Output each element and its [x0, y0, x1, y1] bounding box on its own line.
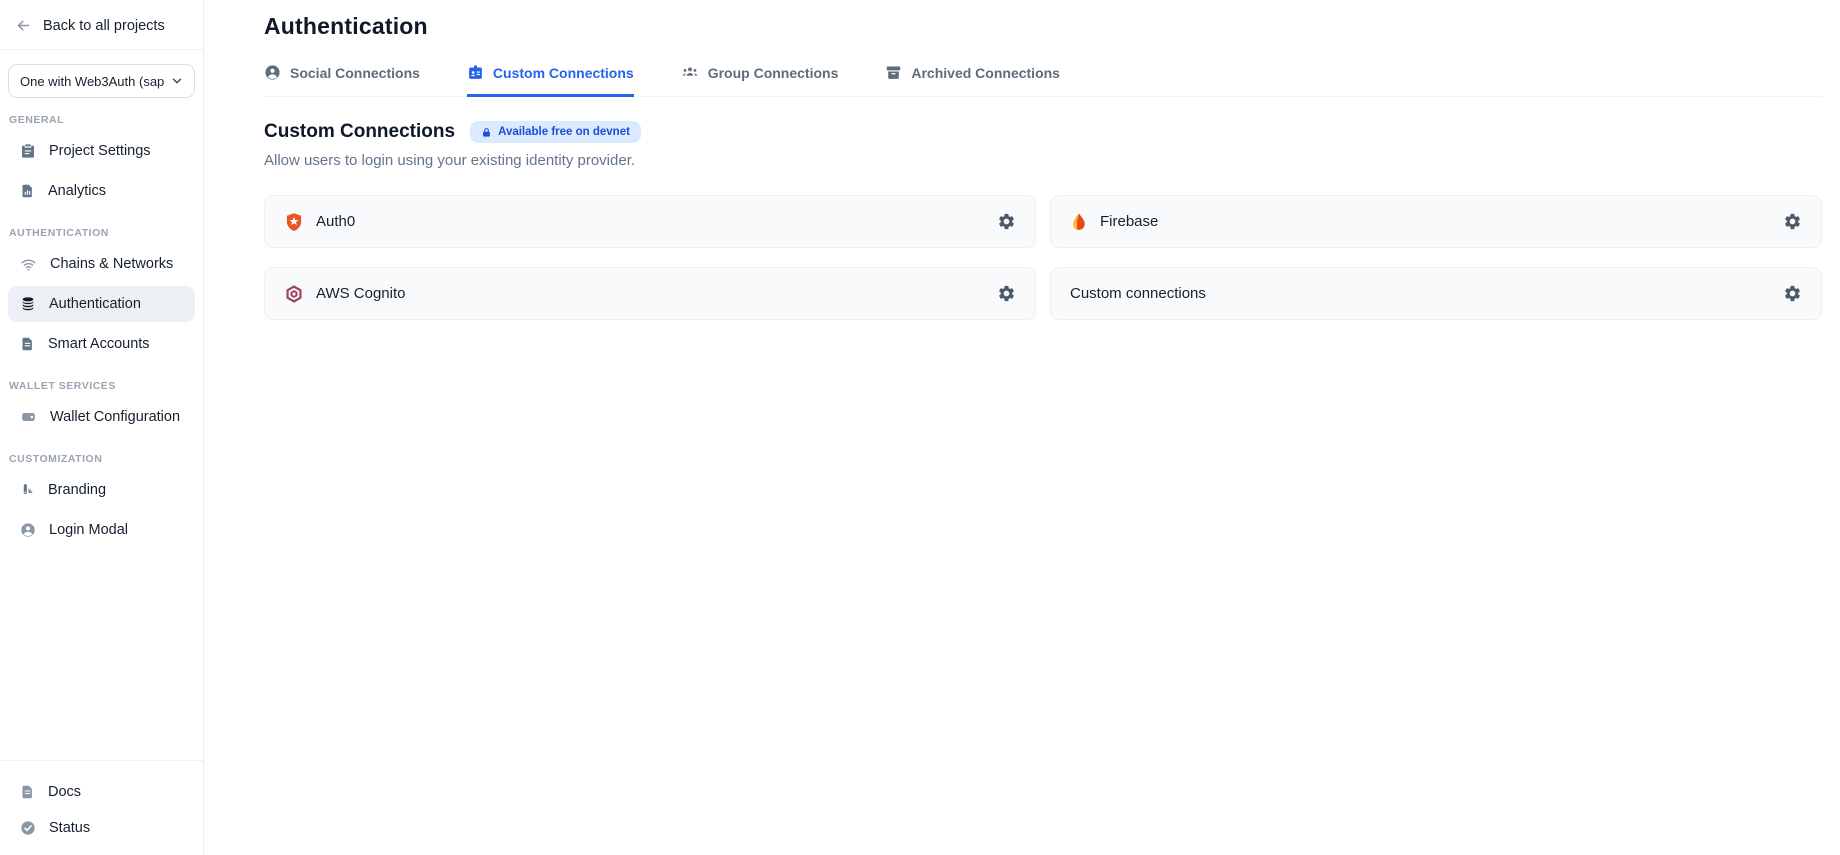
firebase-logo-icon	[1070, 212, 1088, 232]
sidebar-item-label: Smart Accounts	[48, 336, 150, 352]
main-content: Authentication Social Connections Custom…	[204, 0, 1840, 320]
card-firebase[interactable]: Firebase	[1050, 195, 1822, 248]
sidebar-item-label: Branding	[48, 482, 106, 498]
card-aws-cognito[interactable]: AWS Cognito	[264, 267, 1036, 320]
sidebar-item-label: Analytics	[48, 183, 106, 199]
firebase-settings-button[interactable]	[1781, 210, 1804, 233]
tab-label: Group Connections	[708, 65, 839, 81]
file-icon	[20, 336, 35, 352]
sidebar-item-label: Wallet Configuration	[50, 409, 180, 425]
aws-cognito-settings-button[interactable]	[995, 282, 1018, 305]
id-badge-icon	[467, 64, 484, 81]
back-label: Back to all projects	[43, 18, 165, 34]
project-selector[interactable]: One with Web3Auth (sap	[8, 64, 195, 98]
tab-group-connections[interactable]: Group Connections	[681, 64, 839, 97]
card-custom-connections[interactable]: Custom connections	[1050, 267, 1822, 320]
card-auth0[interactable]: Auth0	[264, 195, 1036, 248]
project-selector-value: One with Web3Auth (sap	[20, 74, 170, 89]
section-label-general: GENERAL	[0, 98, 203, 131]
clipboard-icon	[20, 143, 36, 159]
users-group-icon	[681, 64, 699, 81]
page-title: Authentication	[264, 0, 1822, 40]
wallet-icon	[20, 409, 37, 425]
sidebar-item-chains-networks[interactable]: Chains & Networks	[8, 246, 195, 282]
sidebar-item-label: Docs	[48, 784, 81, 800]
sidebar-item-status[interactable]: Status	[8, 811, 195, 845]
sidebar-item-docs[interactable]: Docs	[8, 775, 195, 809]
devnet-badge: Available free on devnet	[470, 121, 641, 143]
archive-box-icon	[885, 64, 902, 81]
tab-custom-connections[interactable]: Custom Connections	[467, 64, 634, 97]
check-circle-icon	[20, 820, 36, 836]
sidebar-item-analytics[interactable]: Analytics	[8, 173, 195, 209]
badge-label: Available free on devnet	[498, 126, 630, 138]
chevron-down-icon	[170, 74, 184, 88]
sidebar-item-project-settings[interactable]: Project Settings	[8, 133, 195, 169]
section-label-customization: CUSTOMIZATION	[0, 437, 203, 470]
sidebar-item-login-modal[interactable]: Login Modal	[8, 512, 195, 548]
sidebar: Back to all projects One with Web3Auth (…	[0, 0, 204, 855]
branding-icon	[20, 482, 35, 498]
tab-label: Archived Connections	[911, 65, 1060, 81]
connection-cards: Auth0 Firebase AWS Cognito Custom	[264, 195, 1822, 320]
custom-connections-settings-button[interactable]	[1781, 282, 1804, 305]
arrow-left-icon	[15, 17, 32, 34]
analytics-icon	[20, 183, 35, 199]
card-label: AWS Cognito	[316, 285, 405, 302]
card-label: Firebase	[1100, 213, 1158, 230]
auth0-settings-button[interactable]	[995, 210, 1018, 233]
sidebar-item-smart-accounts[interactable]: Smart Accounts	[8, 326, 195, 362]
tab-label: Social Connections	[290, 65, 420, 81]
sidebar-item-label: Chains & Networks	[50, 256, 173, 272]
section-label-authentication: AUTHENTICATION	[0, 211, 203, 244]
sidebar-item-label: Authentication	[49, 296, 141, 312]
sidebar-item-label: Project Settings	[49, 143, 151, 159]
tab-bar: Social Connections Custom Connections Gr…	[264, 64, 1822, 97]
sidebar-footer: Docs Status	[0, 760, 203, 855]
section-header: Custom Connections Available free on dev…	[264, 121, 1822, 143]
divider	[0, 49, 203, 50]
section-description: Allow users to login using your existing…	[264, 152, 1822, 169]
card-label: Auth0	[316, 213, 355, 230]
sidebar-item-authentication[interactable]: Authentication	[8, 286, 195, 322]
tab-label: Custom Connections	[493, 65, 634, 81]
sidebar-item-label: Login Modal	[49, 522, 128, 538]
section-heading: Custom Connections	[264, 121, 455, 143]
section-label-wallet-services: WALLET SERVICES	[0, 364, 203, 397]
back-to-projects-link[interactable]: Back to all projects	[0, 0, 203, 49]
sidebar-item-label: Status	[49, 820, 90, 836]
wifi-icon	[20, 256, 37, 273]
tab-social-connections[interactable]: Social Connections	[264, 64, 420, 97]
database-icon	[20, 296, 36, 312]
tab-archived-connections[interactable]: Archived Connections	[885, 64, 1060, 97]
card-label: Custom connections	[1070, 285, 1206, 302]
user-circle-icon	[20, 522, 36, 538]
user-circle-icon	[264, 64, 281, 81]
sidebar-item-branding[interactable]: Branding	[8, 472, 195, 508]
divider	[0, 760, 203, 761]
lock-icon	[481, 127, 492, 138]
sidebar-item-wallet-configuration[interactable]: Wallet Configuration	[8, 399, 195, 435]
auth0-logo-icon	[284, 212, 304, 232]
aws-cognito-logo-icon	[284, 284, 304, 304]
docs-icon	[20, 784, 35, 800]
